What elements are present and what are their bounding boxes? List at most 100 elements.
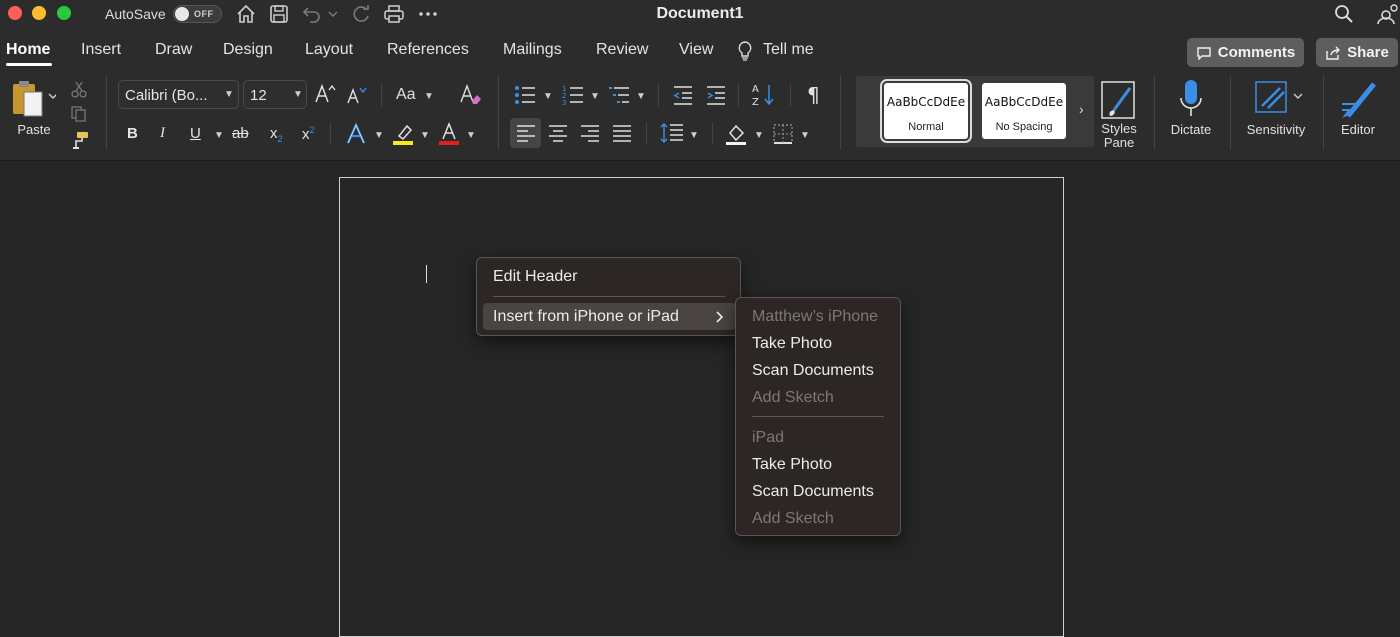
chevron-down-icon[interactable]: ▼ (466, 130, 476, 141)
grow-font-icon[interactable] (314, 83, 336, 105)
style-normal[interactable]: AaBbCcDdEe Normal (880, 79, 972, 143)
copy-icon[interactable] (70, 105, 88, 123)
chevron-down-icon[interactable]: ▼ (800, 130, 810, 141)
chevron-down-icon[interactable]: ▼ (214, 130, 224, 141)
submenu-ipad-scan-documents[interactable]: Scan Documents (752, 483, 874, 501)
editor-icon[interactable] (1338, 78, 1380, 122)
ribbon-separator (330, 122, 331, 144)
chevron-down-icon[interactable]: ▼ (590, 91, 600, 102)
chevron-down-icon[interactable]: ▼ (636, 91, 646, 102)
zoom-window-button[interactable] (57, 6, 71, 20)
format-painter-icon[interactable] (70, 130, 90, 150)
print-icon[interactable] (383, 3, 405, 25)
svg-text:A: A (752, 84, 759, 95)
increase-indent-icon[interactable] (705, 84, 727, 106)
minimize-window-button[interactable] (32, 6, 46, 20)
superscript-x: x (302, 126, 310, 143)
styles-pane-label: Styles Pane (1094, 122, 1144, 150)
font-name-select[interactable]: Calibri (Bo... ▼ (118, 80, 239, 109)
font-size-select[interactable]: 12 ▼ (243, 80, 307, 109)
redo-icon[interactable] (350, 3, 372, 25)
sort-icon[interactable]: A Z (752, 82, 778, 108)
tab-layout[interactable]: Layout (305, 41, 353, 59)
align-right-icon[interactable] (580, 124, 600, 142)
menu-item-edit-header[interactable]: Edit Header (493, 268, 578, 286)
highlight-icon[interactable] (392, 122, 416, 146)
submenu-device-ipad: iPad (752, 429, 785, 446)
ribbon-separator (840, 76, 841, 150)
account-icon[interactable] (1374, 3, 1400, 25)
bullets-icon[interactable] (514, 84, 540, 106)
ribbon-separator (1154, 76, 1155, 150)
submenu-device-iphone: Matthew’s iPhone (752, 308, 878, 325)
scissors-icon[interactable] (70, 80, 88, 98)
style-name: Normal (908, 121, 944, 133)
clear-formatting-icon[interactable] (458, 83, 482, 107)
numbering-icon[interactable]: 1 2 3 (562, 84, 588, 106)
editor-label: Editor (1341, 122, 1375, 137)
chevron-down-icon[interactable]: ▼ (543, 91, 553, 102)
chevron-down-icon[interactable]: ▼ (420, 130, 430, 141)
align-center-icon[interactable] (548, 124, 568, 142)
bold-button[interactable]: B (127, 125, 138, 142)
font-color-icon[interactable] (438, 122, 462, 146)
comments-button[interactable]: Comments (1187, 38, 1304, 67)
chevron-down-icon[interactable]: ▼ (374, 130, 384, 141)
microphone-icon[interactable] (1176, 78, 1206, 122)
tab-review[interactable]: Review (596, 41, 648, 59)
text-effects-icon[interactable] (344, 122, 368, 146)
strikethrough-button[interactable]: ab (232, 125, 249, 142)
autosave-toggle[interactable]: OFF (173, 5, 222, 23)
sensitivity-icon[interactable] (1254, 80, 1304, 120)
close-window-button[interactable] (8, 6, 22, 20)
tab-tell-me[interactable]: Tell me (763, 41, 814, 59)
justify-icon[interactable] (612, 124, 632, 142)
decrease-indent-icon[interactable] (672, 84, 694, 106)
tab-mailings[interactable]: Mailings (503, 41, 562, 59)
undo-icon[interactable] (301, 3, 323, 25)
save-icon[interactable] (268, 3, 290, 25)
more-icon[interactable] (417, 3, 439, 25)
multilevel-list-icon[interactable] (608, 84, 634, 106)
tab-view[interactable]: View (679, 41, 713, 59)
chevron-down-icon[interactable]: ▼ (689, 130, 699, 141)
tab-insert[interactable]: Insert (81, 41, 121, 59)
title-bar: AutoSave OFF Document1 (0, 0, 1400, 28)
tab-home[interactable]: Home (6, 41, 50, 59)
shrink-font-icon[interactable] (346, 85, 368, 105)
line-spacing-icon[interactable] (660, 122, 684, 144)
styles-pane-label-1: Styles (1101, 121, 1137, 136)
share-button[interactable]: Share (1316, 38, 1398, 67)
submenu-iphone-take-photo[interactable]: Take Photo (752, 335, 832, 353)
document-page[interactable] (339, 177, 1064, 637)
align-left-icon[interactable] (516, 124, 536, 142)
ribbon-separator (1323, 76, 1324, 150)
menu-item-insert-from-iphone[interactable]: Insert from iPhone or iPad (483, 303, 736, 330)
superscript-button[interactable]: x2 (302, 125, 315, 143)
undo-dropdown-icon[interactable] (326, 3, 340, 25)
style-no-spacing[interactable]: AaBbCcDdEe No Spacing (982, 83, 1066, 139)
subscript-button[interactable]: x2 (270, 125, 283, 144)
chevron-down-icon[interactable]: ▼ (754, 130, 764, 141)
submenu-ipad-take-photo[interactable]: Take Photo (752, 456, 832, 474)
change-case-button[interactable]: Aa (396, 86, 416, 104)
styles-pane-icon[interactable] (1100, 80, 1138, 122)
lightbulb-icon (738, 41, 752, 61)
chevron-down-icon[interactable]: ▼ (424, 91, 434, 102)
chevron-right-icon[interactable]: › (1079, 101, 1084, 117)
borders-icon[interactable] (772, 123, 794, 145)
paste-icon[interactable] (10, 80, 56, 120)
underline-button[interactable]: U (190, 125, 201, 142)
dictate-label: Dictate (1170, 122, 1212, 137)
shading-icon[interactable] (725, 122, 749, 146)
submenu-iphone-scan-documents[interactable]: Scan Documents (752, 362, 874, 380)
share-label: Share (1347, 44, 1389, 61)
italic-button[interactable]: I (160, 125, 165, 142)
svg-text:Z: Z (752, 97, 759, 108)
show-paragraph-marks-icon[interactable]: ¶ (807, 83, 820, 107)
tab-design[interactable]: Design (223, 41, 273, 59)
search-icon[interactable] (1333, 3, 1355, 25)
home-icon[interactable] (235, 3, 257, 25)
tab-draw[interactable]: Draw (155, 41, 192, 59)
tab-references[interactable]: References (387, 41, 469, 59)
